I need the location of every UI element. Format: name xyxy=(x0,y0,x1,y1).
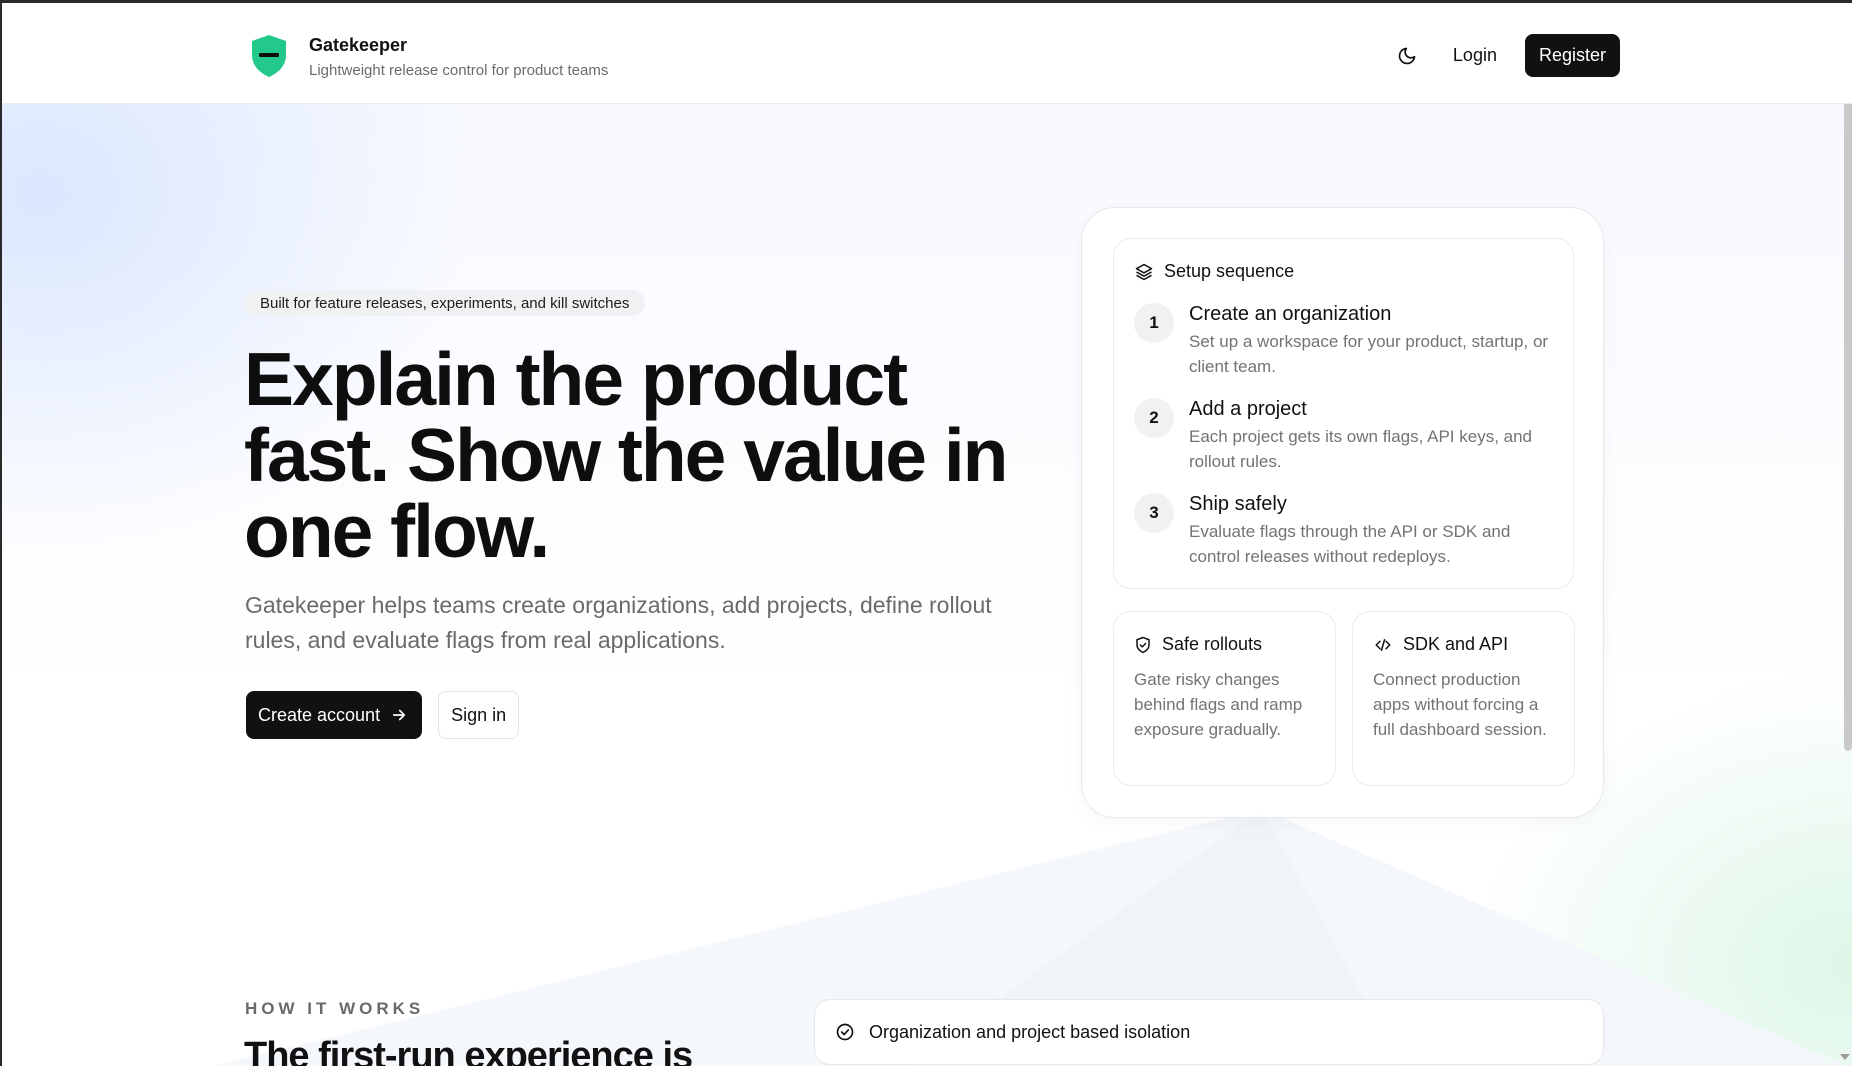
feature-heading: SDK and API xyxy=(1373,634,1508,655)
step-title: Ship safely xyxy=(1189,493,1287,515)
step-title: Create an organization xyxy=(1189,303,1392,325)
feature-title: SDK and API xyxy=(1403,634,1509,654)
feature-card-sdk-api: SDK and API Connect production apps with… xyxy=(1352,611,1575,786)
setup-step: 2 Add a project Each project gets its ow… xyxy=(1134,396,1564,474)
feature-title: Safe rollouts xyxy=(1162,634,1263,654)
step-title: Add a project xyxy=(1189,398,1307,420)
section-eyebrow: HOW IT WORKS xyxy=(245,999,425,1018)
setup-step: 1 Create an organization Set up a worksp… xyxy=(1134,301,1564,379)
hero-cta-row: Create account Sign in xyxy=(246,691,520,739)
create-account-label: Create account xyxy=(258,704,381,725)
sign-in-button[interactable]: Sign in xyxy=(438,691,520,739)
section-title: The first-run experience is xyxy=(244,1035,693,1066)
code-icon xyxy=(1375,638,1391,651)
arrow-right-icon xyxy=(393,709,406,721)
feature-text: Connect production apps without forcing … xyxy=(1373,670,1547,739)
step-text: Each project gets its own flags, API key… xyxy=(1189,427,1533,471)
setup-heading: Setup sequence xyxy=(1134,261,1294,282)
header-nav: Login Register xyxy=(1391,34,1620,77)
shield-logo-icon xyxy=(252,35,286,77)
top-header: Gatekeeper Lightweight release control f… xyxy=(2,3,1852,104)
shield-check-icon xyxy=(1136,636,1150,653)
login-link[interactable]: Login xyxy=(1453,45,1497,66)
create-account-button[interactable]: Create account xyxy=(246,691,423,739)
step-text: Set up a workspace for your product, sta… xyxy=(1189,332,1549,376)
layers-icon xyxy=(1135,263,1153,280)
setup-step: 3 Ship safely Evaluate flags through the… xyxy=(1134,491,1564,569)
page-scrollbar[interactable] xyxy=(1844,6,1852,751)
brand[interactable]: Gatekeeper Lightweight release control f… xyxy=(249,31,608,79)
step-text: Evaluate flags through the API or SDK an… xyxy=(1189,522,1511,566)
theme-toggle-button[interactable] xyxy=(1391,40,1423,72)
feature-text: Gate risky changes behind flags and ramp… xyxy=(1134,670,1303,739)
hero-pill-badge: Built for feature releases, experiments,… xyxy=(244,290,646,316)
scroll-down-arrow-icon[interactable] xyxy=(1840,1054,1850,1060)
step-number: 2 xyxy=(1134,398,1174,438)
isolation-feature-row: Organization and project based isolation xyxy=(814,999,1604,1065)
brand-name: Gatekeeper xyxy=(309,35,408,55)
setup-sequence-card: Setup sequence 1 Create an organization … xyxy=(1113,238,1574,589)
step-number: 3 xyxy=(1134,493,1174,533)
hero-description: Gatekeeper helps teams create organizati… xyxy=(245,592,992,653)
check-circle-icon xyxy=(836,1023,854,1041)
feature-heading: Safe rollouts xyxy=(1134,634,1262,655)
brand-tagline: Lightweight release control for product … xyxy=(309,62,609,79)
isolation-text: Organization and project based isolation xyxy=(869,1021,1191,1042)
hero-title: Explain the product fast. Show the value… xyxy=(244,337,1008,573)
register-button[interactable]: Register xyxy=(1524,34,1620,77)
step-number: 1 xyxy=(1134,303,1174,343)
setup-heading-label: Setup sequence xyxy=(1164,261,1295,281)
app-window: Gatekeeper Lightweight release control f… xyxy=(0,0,1852,1066)
moon-icon xyxy=(1398,47,1416,64)
feature-card-safe-rollouts: Safe rollouts Gate risky changes behind … xyxy=(1113,611,1336,786)
